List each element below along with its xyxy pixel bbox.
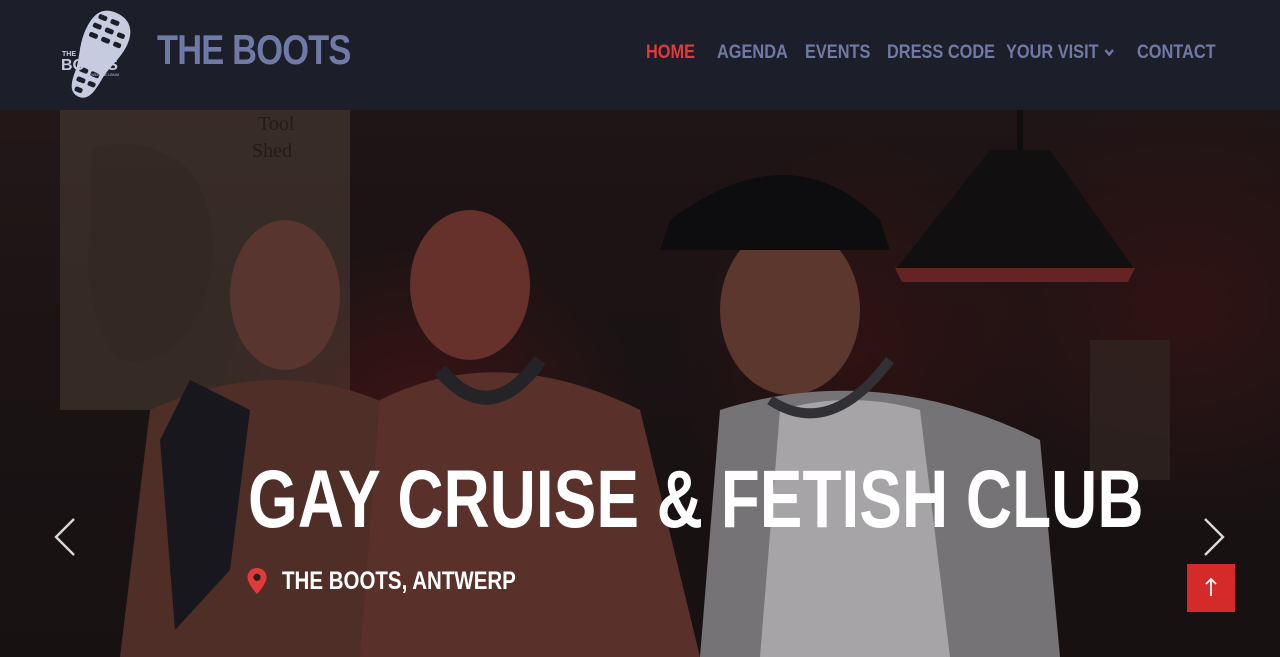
- nav-item-contact[interactable]: CONTACT: [1137, 40, 1216, 66]
- back-to-top-button[interactable]: [1187, 564, 1235, 612]
- site-header: THE BOOTS ANTWERP BELGIUM THE BOOTS HOME…: [0, 0, 1280, 110]
- nav-item-home[interactable]: HOME: [646, 40, 695, 66]
- hero-overlay: [0, 110, 1280, 657]
- nav-item-agenda[interactable]: AGENDA: [717, 40, 788, 66]
- svg-text:BOOTS: BOOTS: [61, 57, 118, 74]
- map-pin-icon: [247, 568, 267, 594]
- arrow-up-icon: [1205, 577, 1217, 596]
- site-title[interactable]: THE BOOTS: [157, 24, 351, 76]
- boot-logo-icon[interactable]: THE BOOTS ANTWERP BELGIUM: [58, 4, 138, 106]
- chevron-right-icon[interactable]: [1201, 515, 1229, 559]
- nav-item-your-visit-label: YOUR VISIT: [1006, 42, 1099, 63]
- nav-item-your-visit[interactable]: YOUR VISIT: [1006, 40, 1114, 66]
- hero-title: GAY CRUISE & FETISH CLUB: [248, 454, 1144, 545]
- nav-item-dress-code[interactable]: DRESS CODE: [887, 40, 995, 66]
- svg-text:ANTWERP BELGIUM: ANTWERP BELGIUM: [84, 73, 119, 77]
- chevron-left-icon[interactable]: [50, 515, 78, 559]
- hero-slider: Tool Shed GAY CRUISE & FETISH CLUB THE B…: [0, 110, 1280, 657]
- nav-item-events[interactable]: EVENTS: [805, 40, 870, 66]
- chevron-down-icon: [1104, 40, 1114, 66]
- location-text: THE BOOTS, ANTWERP: [282, 567, 516, 595]
